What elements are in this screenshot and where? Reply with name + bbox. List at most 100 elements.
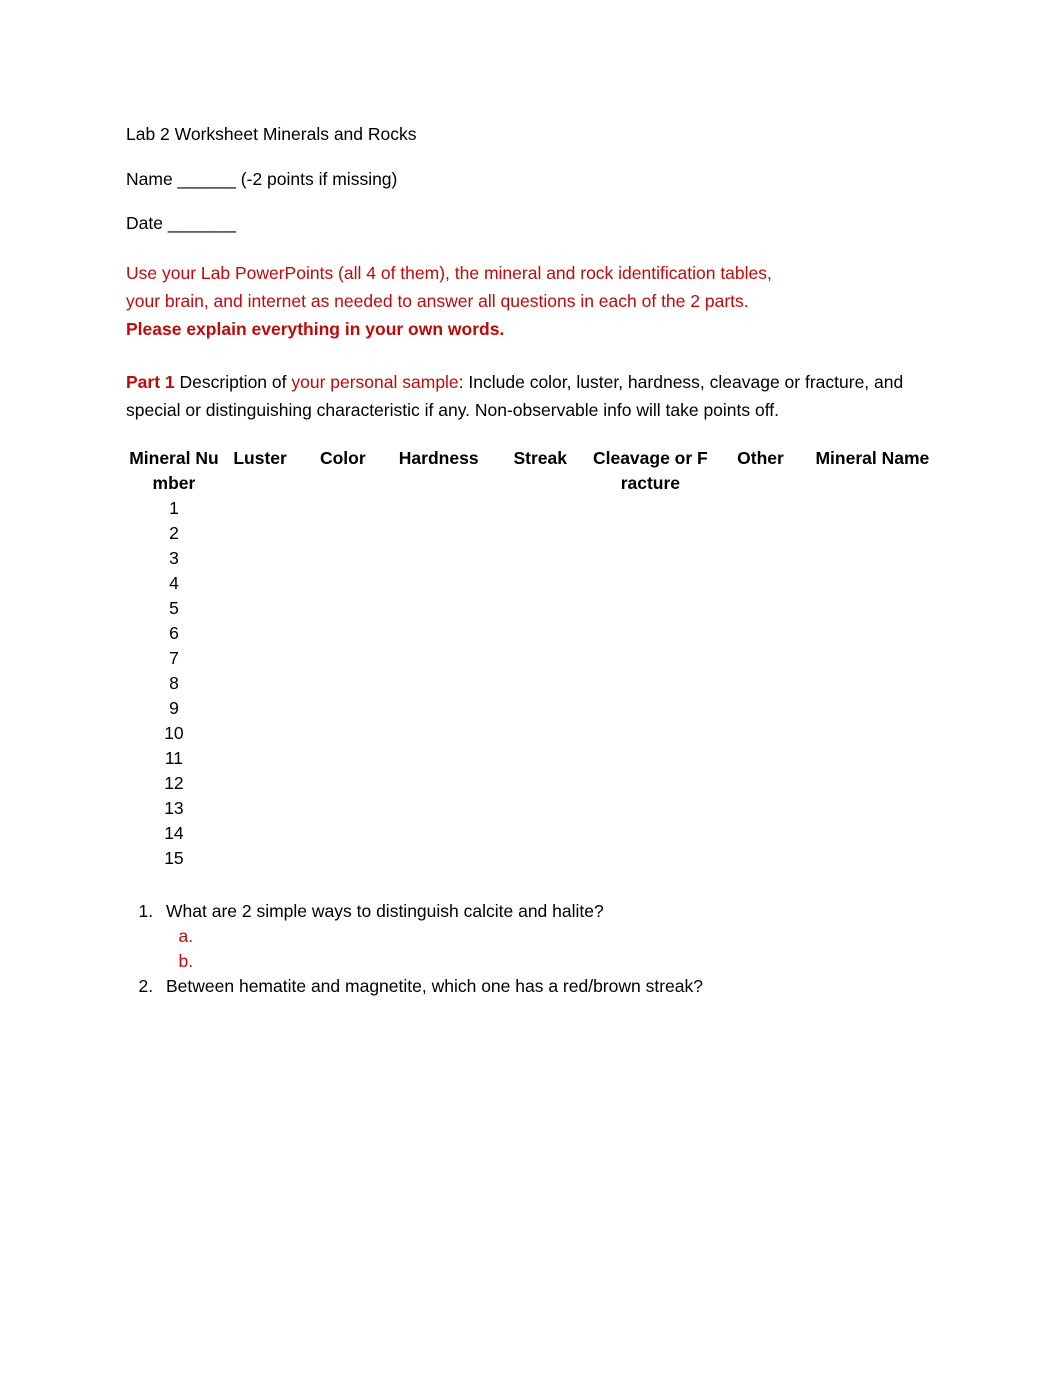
cell-other[interactable] bbox=[710, 571, 810, 596]
cell-color[interactable] bbox=[298, 721, 387, 746]
cell-streak[interactable] bbox=[490, 546, 590, 571]
cell-streak[interactable] bbox=[490, 821, 590, 846]
cell-color[interactable] bbox=[298, 521, 387, 546]
cell-name[interactable] bbox=[811, 621, 934, 646]
cell-other[interactable] bbox=[710, 596, 810, 621]
cell-cleavage[interactable] bbox=[590, 596, 710, 621]
question-subanswer-item[interactable] bbox=[198, 949, 934, 974]
cell-hardness[interactable] bbox=[387, 621, 490, 646]
cell-luster[interactable] bbox=[222, 646, 298, 671]
cell-color[interactable] bbox=[298, 796, 387, 821]
cell-streak[interactable] bbox=[490, 746, 590, 771]
cell-hardness[interactable] bbox=[387, 671, 490, 696]
cell-name[interactable] bbox=[811, 546, 934, 571]
cell-luster[interactable] bbox=[222, 596, 298, 621]
cell-color[interactable] bbox=[298, 846, 387, 871]
cell-luster[interactable] bbox=[222, 521, 298, 546]
cell-color[interactable] bbox=[298, 771, 387, 796]
cell-other[interactable] bbox=[710, 496, 810, 521]
cell-cleavage[interactable] bbox=[590, 771, 710, 796]
cell-color[interactable] bbox=[298, 671, 387, 696]
cell-name[interactable] bbox=[811, 721, 934, 746]
cell-hardness[interactable] bbox=[387, 546, 490, 571]
cell-name[interactable] bbox=[811, 746, 934, 771]
cell-name[interactable] bbox=[811, 671, 934, 696]
cell-name[interactable] bbox=[811, 496, 934, 521]
cell-other[interactable] bbox=[710, 721, 810, 746]
cell-other[interactable] bbox=[710, 646, 810, 671]
cell-other[interactable] bbox=[710, 546, 810, 571]
cell-cleavage[interactable] bbox=[590, 496, 710, 521]
cell-name[interactable] bbox=[811, 521, 934, 546]
cell-other[interactable] bbox=[710, 796, 810, 821]
cell-streak[interactable] bbox=[490, 846, 590, 871]
cell-hardness[interactable] bbox=[387, 496, 490, 521]
cell-luster[interactable] bbox=[222, 621, 298, 646]
cell-other[interactable] bbox=[710, 621, 810, 646]
question-subanswer-item[interactable] bbox=[198, 924, 934, 949]
cell-name[interactable] bbox=[811, 796, 934, 821]
cell-luster[interactable] bbox=[222, 546, 298, 571]
cell-color[interactable] bbox=[298, 696, 387, 721]
cell-other[interactable] bbox=[710, 696, 810, 721]
cell-hardness[interactable] bbox=[387, 821, 490, 846]
cell-hardness[interactable] bbox=[387, 846, 490, 871]
cell-hardness[interactable] bbox=[387, 696, 490, 721]
cell-hardness[interactable] bbox=[387, 571, 490, 596]
cell-hardness[interactable] bbox=[387, 646, 490, 671]
cell-hardness[interactable] bbox=[387, 746, 490, 771]
cell-luster[interactable] bbox=[222, 846, 298, 871]
cell-streak[interactable] bbox=[490, 571, 590, 596]
cell-cleavage[interactable] bbox=[590, 571, 710, 596]
cell-luster[interactable] bbox=[222, 746, 298, 771]
cell-luster[interactable] bbox=[222, 696, 298, 721]
cell-color[interactable] bbox=[298, 546, 387, 571]
cell-color[interactable] bbox=[298, 596, 387, 621]
cell-cleavage[interactable] bbox=[590, 821, 710, 846]
cell-name[interactable] bbox=[811, 596, 934, 621]
cell-color[interactable] bbox=[298, 821, 387, 846]
cell-color[interactable] bbox=[298, 746, 387, 771]
cell-other[interactable] bbox=[710, 846, 810, 871]
cell-streak[interactable] bbox=[490, 596, 590, 621]
cell-luster[interactable] bbox=[222, 771, 298, 796]
cell-cleavage[interactable] bbox=[590, 621, 710, 646]
cell-name[interactable] bbox=[811, 771, 934, 796]
cell-cleavage[interactable] bbox=[590, 846, 710, 871]
cell-name[interactable] bbox=[811, 846, 934, 871]
cell-luster[interactable] bbox=[222, 671, 298, 696]
cell-streak[interactable] bbox=[490, 671, 590, 696]
cell-luster[interactable] bbox=[222, 821, 298, 846]
cell-luster[interactable] bbox=[222, 571, 298, 596]
cell-streak[interactable] bbox=[490, 646, 590, 671]
cell-streak[interactable] bbox=[490, 696, 590, 721]
cell-streak[interactable] bbox=[490, 621, 590, 646]
cell-name[interactable] bbox=[811, 646, 934, 671]
cell-luster[interactable] bbox=[222, 496, 298, 521]
cell-streak[interactable] bbox=[490, 496, 590, 521]
cell-other[interactable] bbox=[710, 771, 810, 796]
cell-cleavage[interactable] bbox=[590, 521, 710, 546]
cell-color[interactable] bbox=[298, 571, 387, 596]
cell-other[interactable] bbox=[710, 746, 810, 771]
cell-streak[interactable] bbox=[490, 721, 590, 746]
cell-cleavage[interactable] bbox=[590, 721, 710, 746]
cell-hardness[interactable] bbox=[387, 521, 490, 546]
cell-hardness[interactable] bbox=[387, 596, 490, 621]
cell-name[interactable] bbox=[811, 821, 934, 846]
cell-hardness[interactable] bbox=[387, 721, 490, 746]
cell-color[interactable] bbox=[298, 621, 387, 646]
cell-cleavage[interactable] bbox=[590, 746, 710, 771]
cell-color[interactable] bbox=[298, 496, 387, 521]
cell-luster[interactable] bbox=[222, 796, 298, 821]
cell-name[interactable] bbox=[811, 571, 934, 596]
cell-cleavage[interactable] bbox=[590, 796, 710, 821]
cell-luster[interactable] bbox=[222, 721, 298, 746]
cell-cleavage[interactable] bbox=[590, 546, 710, 571]
cell-cleavage[interactable] bbox=[590, 696, 710, 721]
cell-other[interactable] bbox=[710, 671, 810, 696]
cell-streak[interactable] bbox=[490, 796, 590, 821]
cell-cleavage[interactable] bbox=[590, 646, 710, 671]
cell-streak[interactable] bbox=[490, 521, 590, 546]
cell-name[interactable] bbox=[811, 696, 934, 721]
